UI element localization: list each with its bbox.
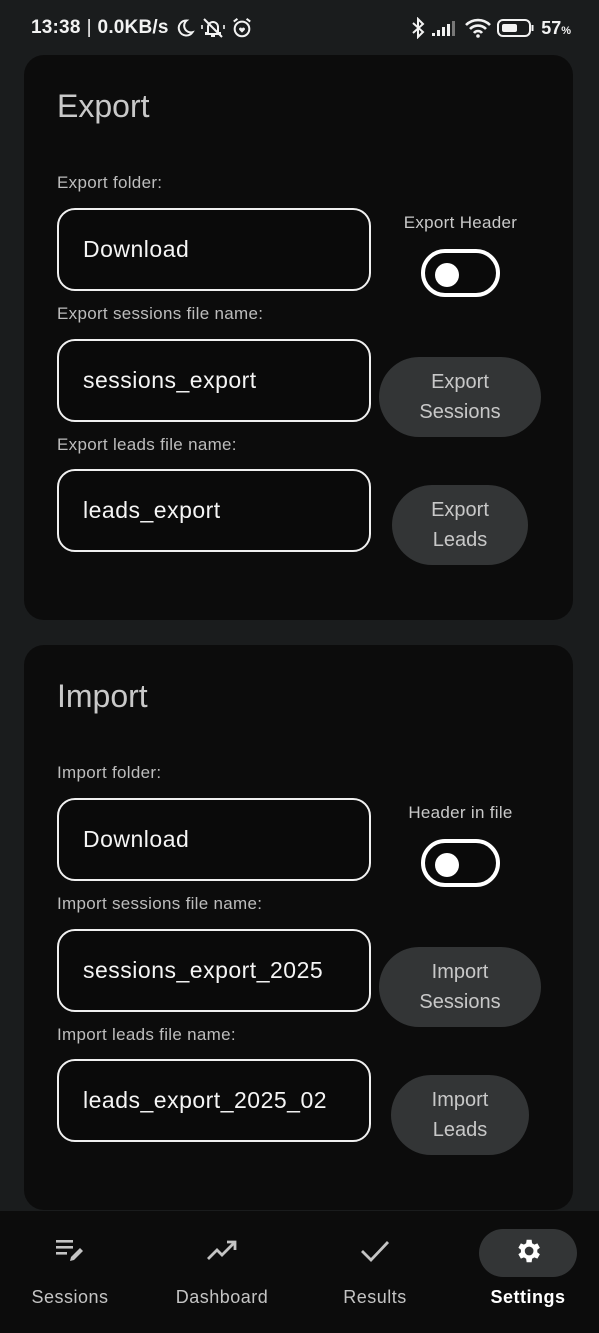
import-leads-label: Import leads file name:	[57, 1025, 236, 1044]
export-leads-value: leads_export	[83, 497, 221, 523]
export-leads-button[interactable]: Export Leads	[392, 485, 528, 565]
bell-off-icon	[200, 17, 225, 39]
export-leads-input[interactable]: leads_export	[57, 469, 371, 552]
import-sessions-button[interactable]: Import Sessions	[379, 947, 541, 1027]
export-sessions-label: Export sessions file name:	[57, 304, 264, 323]
trending-up-icon	[206, 1239, 238, 1268]
nav-icon-container	[21, 1229, 119, 1277]
toggle-knob	[435, 263, 459, 287]
nav-icon-container	[173, 1229, 271, 1277]
import-leads-button[interactable]: Import Leads	[391, 1075, 529, 1155]
export-card: Export Export folder: Download Export He…	[24, 55, 573, 620]
import-folder-value: Download	[83, 826, 190, 852]
import-sessions-value: sessions_export_2025	[83, 957, 324, 983]
button-label-line2: Leads	[432, 529, 488, 551]
status-separator: |	[86, 17, 92, 38]
button-label-line1: Import	[431, 1089, 489, 1111]
import-sessions-input[interactable]: sessions_export_2025	[57, 929, 371, 1012]
gear-icon	[513, 1236, 543, 1271]
import-card: Import Import folder: Download Header in…	[24, 645, 573, 1210]
check-icon	[360, 1239, 390, 1268]
alarm-icon	[231, 17, 253, 39]
nav-icon-container	[479, 1229, 577, 1277]
button-label-line2: Sessions	[419, 991, 501, 1013]
import-folder-label: Import folder:	[57, 763, 162, 782]
nav-label: Dashboard	[175, 1287, 269, 1307]
export-header-label: Export Header	[403, 213, 518, 232]
toggle-knob	[435, 853, 459, 877]
import-leads-input[interactable]: leads_export_2025_02	[57, 1059, 371, 1142]
import-header-toggle[interactable]	[421, 839, 500, 887]
status-bar: 13:38 | 0.0KB/s 57%	[0, 0, 599, 56]
nav-label: Sessions	[31, 1287, 109, 1307]
wifi-icon	[465, 18, 492, 38]
export-leads-label: Export leads file name:	[57, 435, 237, 454]
edit-list-icon	[55, 1237, 85, 1270]
export-folder-input[interactable]: Download	[57, 208, 371, 291]
import-folder-input[interactable]: Download	[57, 798, 371, 881]
import-leads-value: leads_export_2025_02	[83, 1087, 328, 1113]
import-sessions-label: Import sessions file name:	[57, 894, 263, 913]
nav-item-sessions[interactable]: Sessions	[0, 1211, 145, 1333]
export-header-toggle[interactable]	[421, 249, 500, 297]
import-header-label: Header in file	[408, 803, 513, 822]
bottom-nav: Sessions Dashboard Results Settings	[0, 1211, 599, 1333]
nav-label: Results	[343, 1287, 407, 1307]
button-label-line1: Export	[431, 371, 489, 393]
signal-icon	[431, 19, 459, 37]
button-label-line1: Export	[431, 499, 489, 521]
button-label-line1: Import	[431, 961, 489, 983]
moon-icon	[175, 18, 195, 38]
battery-percent-value: 57	[541, 17, 562, 38]
export-sessions-input[interactable]: sessions_export	[57, 339, 371, 422]
clock: 13:38	[31, 17, 81, 38]
status-bar-left: 13:38 | 0.0KB/s	[31, 17, 253, 39]
nav-item-results[interactable]: Results	[300, 1211, 450, 1333]
export-sessions-button[interactable]: Export Sessions	[379, 357, 541, 437]
battery-percent: 57%	[541, 18, 571, 39]
button-label-line2: Leads	[432, 1119, 488, 1141]
nav-label: Settings	[490, 1287, 566, 1307]
nav-item-settings[interactable]: Settings	[453, 1211, 599, 1333]
import-title: Import	[57, 678, 148, 714]
nav-item-dashboard[interactable]: Dashboard	[147, 1211, 297, 1333]
battery-percent-unit: %	[561, 24, 571, 37]
export-folder-value: Download	[83, 236, 190, 262]
button-label-line2: Sessions	[419, 401, 501, 423]
status-bar-right: 57%	[411, 17, 571, 39]
export-folder-label: Export folder:	[57, 173, 163, 192]
network-speed: 0.0KB/s	[97, 17, 169, 38]
export-title: Export	[57, 88, 150, 124]
export-sessions-value: sessions_export	[83, 367, 257, 393]
nav-icon-container	[326, 1229, 424, 1277]
battery-icon	[497, 18, 535, 38]
bluetooth-icon	[411, 17, 425, 39]
